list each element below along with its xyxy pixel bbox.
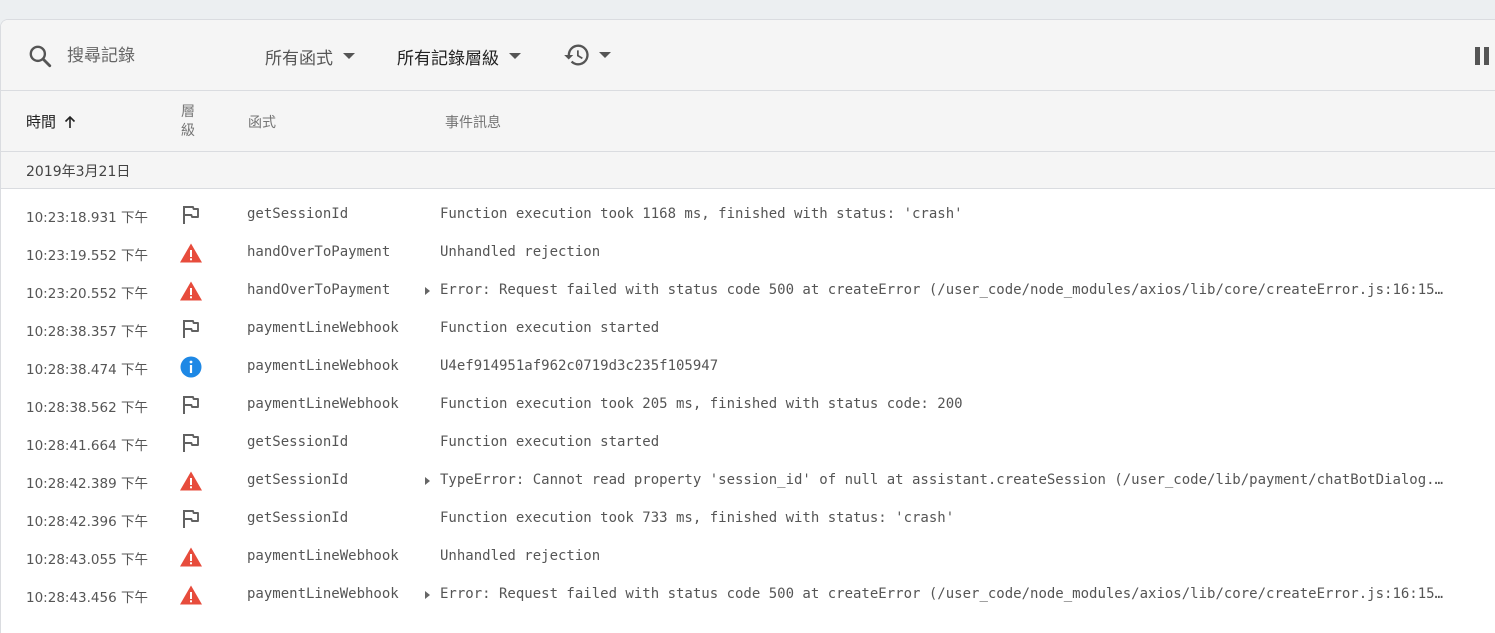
column-header: 時間 層級 函式 事件訊息 (1, 91, 1495, 152)
expand-arrow-icon[interactable] (425, 591, 430, 599)
log-function: paymentLineWebhook (247, 396, 399, 412)
log-row[interactable]: 10:23:18.931 下午 getSessionId Function exec… (1, 195, 1495, 233)
date-group-label: 2019年3月21日 (26, 164, 131, 180)
log-message: Unhandled rejection (440, 548, 601, 564)
log-function: getSessionId (247, 434, 349, 450)
warning-triangle-icon (179, 583, 203, 607)
log-function: getSessionId (247, 510, 349, 526)
flag-icon (179, 431, 203, 455)
logs-panel: 所有函式 所有記錄層級 時間 層級 函式 事件訊息 (0, 19, 1495, 633)
log-time: 10:23:18.931 下午 (26, 210, 148, 226)
search-input[interactable] (65, 42, 249, 70)
search-icon[interactable] (27, 43, 53, 69)
flag-icon (179, 317, 203, 341)
log-row[interactable]: 10:28:43.456 下午 paymentLineWebhook Error: … (1, 575, 1495, 613)
log-function: handOverToPayment (247, 282, 391, 298)
log-function: handOverToPayment (247, 244, 391, 260)
level-column-header: 層級 (181, 104, 195, 139)
info-circle-icon (179, 355, 203, 379)
log-message: Function execution started (440, 434, 660, 450)
log-row[interactable]: 10:28:38.474 下午 paymentLineWebhook U4ef914… (1, 347, 1495, 385)
log-function: paymentLineWebhook (247, 586, 399, 602)
log-message: Function execution took 733 ms, finished… (440, 510, 955, 526)
log-time: 10:23:19.552 下午 (26, 248, 148, 264)
pause-icon (1475, 47, 1480, 65)
time-column-header[interactable]: 時間 (26, 111, 78, 132)
log-message: Unhandled rejection (440, 244, 601, 260)
function-column-header: 函式 (248, 115, 276, 131)
warning-triangle-icon (179, 241, 203, 265)
function-filter-dropdown[interactable]: 所有函式 (265, 43, 355, 69)
warning-triangle-icon (179, 279, 203, 303)
date-group-header: 2019年3月21日 (1, 152, 1495, 189)
log-level-filter-dropdown[interactable]: 所有記錄層級 (397, 43, 521, 69)
log-time: 10:23:20.552 下午 (26, 286, 148, 302)
log-time: 10:28:38.474 下午 (26, 362, 148, 378)
log-time: 10:28:42.396 下午 (26, 514, 148, 530)
log-row[interactable]: 10:23:19.552 下午 handOverToPayment Unhandle… (1, 233, 1495, 271)
flag-icon (179, 203, 203, 227)
log-rows: 10:23:18.926 下午getSessionIdTypeError: Ca… (1, 169, 1495, 613)
function-filter-label: 所有函式 (265, 48, 333, 69)
log-row[interactable]: 10:28:43.055 下午 paymentLineWebhook Unhandl… (1, 537, 1495, 575)
log-row[interactable]: 10:28:42.396 下午 getSessionId Function exec… (1, 499, 1495, 537)
log-message: Error: Request failed with status code 5… (440, 282, 1450, 298)
expand-arrow-icon[interactable] (425, 287, 430, 295)
caret-down-icon (509, 53, 521, 59)
log-row[interactable]: 10:28:42.389 下午 getSessionId TypeError: Ca… (1, 461, 1495, 499)
log-level-filter-label: 所有記錄層級 (397, 48, 499, 69)
log-time: 10:28:41.664 下午 (26, 438, 148, 454)
log-function: getSessionId (247, 206, 349, 222)
log-message: Function execution took 205 ms, finished… (440, 396, 963, 412)
log-time: 10:28:43.456 下午 (26, 590, 148, 606)
warning-triangle-icon (179, 545, 203, 569)
time-column-label: 時間 (26, 113, 57, 131)
log-row[interactable]: 10:23:20.552 下午 handOverToPayment Error: R… (1, 271, 1495, 309)
log-time: 10:28:38.562 下午 (26, 400, 148, 416)
log-message: Function execution took 1168 ms, finishe… (440, 206, 963, 222)
caret-down-icon (343, 53, 355, 59)
log-message: Function execution started (440, 320, 660, 336)
log-time: 10:28:38.357 下午 (26, 324, 148, 340)
log-row[interactable]: 10:28:41.664 下午 getSessionId Function exec… (1, 423, 1495, 461)
flag-icon (179, 393, 203, 417)
log-function: paymentLineWebhook (247, 548, 399, 564)
message-column-header: 事件訊息 (445, 115, 501, 131)
log-row[interactable]: 10:28:38.562 下午 paymentLineWebhook Functio… (1, 385, 1495, 423)
pause-button[interactable] (1475, 47, 1491, 65)
logs-toolbar: 所有函式 所有記錄層級 (1, 20, 1495, 91)
log-row[interactable]: 10:28:38.357 下午 paymentLineWebhook Functio… (1, 309, 1495, 347)
log-message: TypeError: Cannot read property 'session… (440, 472, 1450, 488)
history-icon (564, 44, 589, 66)
history-button[interactable] (563, 41, 611, 69)
log-message: Error: Request failed with status code 5… (440, 586, 1450, 602)
arrow-up-icon (64, 115, 76, 128)
caret-down-icon (599, 52, 611, 58)
expand-arrow-icon[interactable] (425, 477, 430, 485)
flag-icon (179, 507, 203, 531)
log-time: 10:28:43.055 下午 (26, 552, 148, 568)
log-message: U4ef914951af962c0719d3c235f105947 (440, 358, 719, 374)
log-function: paymentLineWebhook (247, 320, 399, 336)
log-time: 10:28:42.389 下午 (26, 476, 148, 492)
log-function: getSessionId (247, 472, 349, 488)
warning-triangle-icon (179, 469, 203, 493)
pause-icon-bar (1484, 47, 1489, 65)
log-function: paymentLineWebhook (247, 358, 399, 374)
